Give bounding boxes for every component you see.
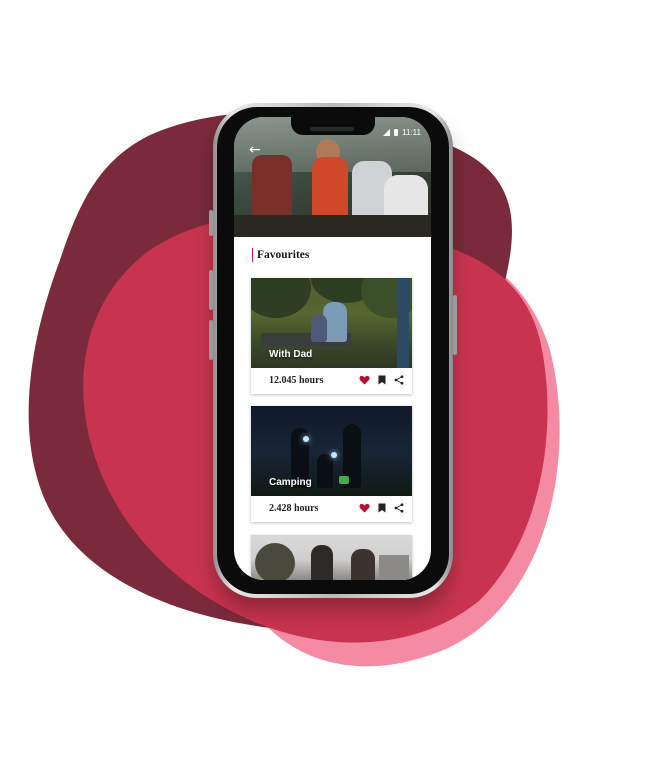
share-icon[interactable] xyxy=(394,503,404,513)
card-image xyxy=(251,535,412,580)
status-bar: 11:11 xyxy=(383,128,421,137)
app-screen: 11:11 ← Favourites With Dad 12.045 hours xyxy=(234,117,431,580)
card-image: Camping xyxy=(251,406,412,496)
card-title: With Dad xyxy=(269,349,313,360)
battery-icon xyxy=(394,129,399,136)
phone-notch xyxy=(291,117,375,135)
phone-volume-up-button xyxy=(209,270,213,310)
share-icon[interactable] xyxy=(394,375,404,385)
card-actions xyxy=(359,503,404,513)
signal-icon xyxy=(383,129,391,136)
card-hours: 12.045 hours xyxy=(269,375,324,386)
status-time: 11:11 xyxy=(402,128,421,137)
card-footer: 2.428 hours xyxy=(251,496,412,522)
bookmark-icon[interactable] xyxy=(378,503,386,513)
favourite-card[interactable]: With Dad 12.045 hours xyxy=(251,278,412,394)
bookmark-icon[interactable] xyxy=(378,375,386,385)
card-actions xyxy=(359,375,404,385)
favourite-card[interactable] xyxy=(251,535,412,580)
favourite-card[interactable]: Camping 2.428 hours xyxy=(251,406,412,522)
page-title: Favourites xyxy=(252,248,309,262)
phone-speaker xyxy=(310,127,354,131)
phone-side-button xyxy=(209,210,213,236)
stage: 11:11 ← Favourites With Dad 12.045 hours xyxy=(0,0,662,765)
heart-icon[interactable] xyxy=(359,503,370,513)
phone-volume-down-button xyxy=(209,320,213,360)
card-title: Camping xyxy=(269,477,312,488)
card-footer: 12.045 hours xyxy=(251,368,412,394)
card-hours: 2.428 hours xyxy=(269,503,319,514)
phone-power-button xyxy=(453,295,457,355)
card-image: With Dad xyxy=(251,278,412,368)
arrow-left-icon[interactable]: ← xyxy=(249,143,261,157)
heart-icon[interactable] xyxy=(359,375,370,385)
